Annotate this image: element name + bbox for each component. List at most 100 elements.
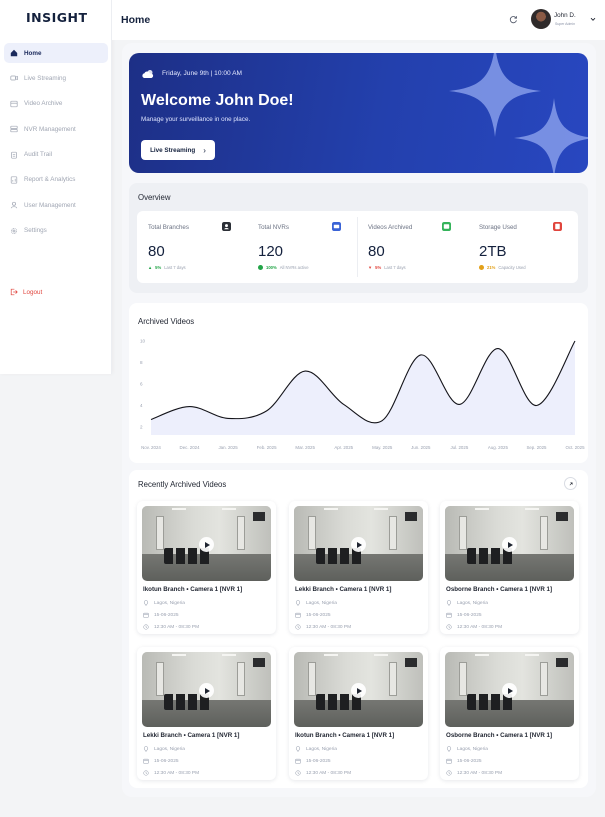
x-tick-label: Jan. 2025 [218, 445, 238, 450]
thumbnail-scene [475, 654, 489, 656]
video-thumbnail[interactable] [294, 652, 423, 727]
play-icon[interactable] [199, 537, 214, 552]
play-icon[interactable] [351, 537, 366, 552]
video-time: 12:30 AM - 08:30 PM [143, 624, 199, 630]
sidebar-item-settings[interactable]: Settings [4, 221, 108, 241]
thumbnail-scene [237, 516, 245, 550]
sidebar-item-user-management[interactable]: User Management [4, 195, 108, 215]
video-location: Lagos, Nigeria [446, 600, 488, 606]
sidebar-item-live-streaming[interactable]: Live Streaming [4, 68, 108, 88]
users-icon [10, 201, 18, 209]
thumbnail-scene [156, 662, 164, 696]
video-card[interactable]: Ikotun Branch • Camera 1 [NVR 1] Lagos, N… [137, 501, 276, 634]
video-card[interactable]: Osborne Branch • Camera 1 [NVR 1] Lagos, … [440, 647, 579, 780]
thumbnail-scene [374, 654, 388, 656]
stat-total-nvrs[interactable]: Total NVRs 120 100% All NVRs active [247, 211, 357, 283]
app-logo[interactable]: INSIGHT [26, 10, 88, 25]
video-date: 15-06-2025 [295, 758, 331, 764]
sidebar-item-home[interactable]: Home [4, 43, 108, 63]
video-card[interactable]: Lekki Branch • Camera 1 [NVR 1] Lagos, Ni… [137, 647, 276, 780]
video-title: Lekki Branch • Camera 1 [NVR 1] [143, 732, 240, 739]
banner-subtitle: Manage your surveillance in one place. [141, 116, 251, 123]
stat-videos-archived[interactable]: Videos Archived 80 ▼ 5% Last 7 days [357, 211, 467, 283]
stat-total-branches[interactable]: Total Branches 80 ▲ 5% Last 7 days [137, 211, 247, 283]
stat-value: 120 [258, 243, 284, 260]
video-icon [10, 74, 18, 82]
x-tick-label: Jul. 2025 [450, 445, 468, 450]
y-tick-label: 8 [140, 360, 143, 365]
thumbnail-scene [156, 516, 164, 550]
stat-trend-text: Last 7 days [384, 265, 406, 270]
video-date: 15-06-2025 [295, 612, 331, 618]
logout-button[interactable]: Logout [10, 288, 42, 296]
video-time-text: 12:30 AM - 08:30 PM [306, 624, 352, 630]
x-tick-label: Apr. 2025 [334, 445, 353, 450]
branch-icon [222, 222, 231, 231]
page-title: Home [121, 14, 151, 26]
sidebar-item-video-archive[interactable]: Video Archive [4, 94, 108, 114]
chart-area-fill [151, 341, 575, 435]
thumbnail-scene [374, 508, 388, 510]
calendar-icon [295, 758, 301, 764]
location-pin-icon [295, 746, 301, 752]
video-location: Lagos, Nigeria [143, 600, 185, 606]
expand-button[interactable] [564, 477, 577, 490]
play-icon[interactable] [502, 537, 517, 552]
video-thumbnail[interactable] [294, 506, 423, 581]
stat-trend-text: Last 7 days [164, 265, 186, 270]
video-card[interactable]: Ikotun Branch • Camera 1 [NVR 1] Lagos, N… [289, 647, 428, 780]
recent-videos-title: Recently Archived Videos [138, 480, 227, 489]
banner-date: Friday, June 9th | 10:00 AM [162, 70, 243, 77]
clock-icon [143, 770, 149, 776]
live-streaming-button[interactable]: Live Streaming › [141, 140, 215, 160]
sidebar-item-label: Live Streaming [24, 74, 66, 82]
video-location: Lagos, Nigeria [295, 746, 337, 752]
thumbnail-scene [253, 512, 265, 521]
location-pin-icon [446, 746, 452, 752]
clock-icon [446, 770, 452, 776]
video-thumbnail[interactable] [445, 652, 574, 727]
overview-section: Overview Total Branches 80 ▲ 5% Last 7 d… [129, 183, 588, 293]
avatar[interactable] [531, 9, 551, 29]
sidebar-item-report-analytics[interactable]: Report & Analytics [4, 170, 108, 190]
thumbnail-scene [525, 508, 539, 510]
chevron-down-icon[interactable] [589, 15, 597, 23]
sparkle-decoration [514, 98, 588, 173]
stat-storage-used[interactable]: Storage Used 2TB 21% Capacity Used [468, 211, 578, 283]
refresh-icon[interactable] [509, 15, 518, 24]
thumbnail-scene [237, 662, 245, 696]
calendar-icon [143, 612, 149, 618]
video-archive-icon [442, 222, 451, 231]
video-date: 15-06-2025 [446, 612, 482, 618]
video-location-text: Lagos, Nigeria [154, 600, 185, 606]
sidebar-item-audit-trail[interactable]: Audit Trail [4, 145, 108, 165]
stat-trend: ▼ 5% Last 7 days [368, 265, 406, 270]
sidebar-item-nvr-management[interactable]: NVR Management [4, 119, 108, 139]
thumbnail-scene [459, 662, 467, 696]
clipboard-icon [10, 151, 18, 159]
warning-icon [479, 265, 484, 270]
video-thumbnail[interactable] [142, 652, 271, 727]
video-thumbnail[interactable] [445, 506, 574, 581]
play-icon[interactable] [502, 683, 517, 698]
video-card[interactable]: Lekki Branch • Camera 1 [NVR 1] Lagos, Ni… [289, 501, 428, 634]
archived-videos-chart[interactable]: 2 4 6 8 10 Nov. 2024 Dec. 2024 Jan. 2025 Feb. 20… [129, 303, 588, 463]
thumbnail-scene [324, 654, 338, 656]
user-name[interactable]: John D. [554, 12, 576, 19]
video-card[interactable]: Osborne Branch • Camera 1 [NVR 1] Lagos, … [440, 501, 579, 634]
video-thumbnail[interactable] [142, 506, 271, 581]
clock-icon [143, 624, 149, 630]
thumbnail-scene [308, 662, 316, 696]
stats-panel: Total Branches 80 ▲ 5% Last 7 days Total… [137, 211, 578, 283]
play-icon[interactable] [351, 683, 366, 698]
thumbnail-scene [525, 654, 539, 656]
video-time: 12:30 AM - 08:30 PM [446, 624, 502, 630]
video-time-text: 12:30 AM - 08:30 PM [154, 770, 200, 776]
sidebar-item-label: Settings [24, 227, 47, 235]
thumbnail-scene [172, 508, 186, 510]
stat-trend-value: 5% [375, 265, 382, 270]
play-icon[interactable] [199, 683, 214, 698]
stat-value: 80 [368, 243, 385, 260]
sidebar-nav: Home Live Streaming Video Archive NVR Ma… [4, 43, 108, 246]
report-icon [10, 176, 18, 184]
